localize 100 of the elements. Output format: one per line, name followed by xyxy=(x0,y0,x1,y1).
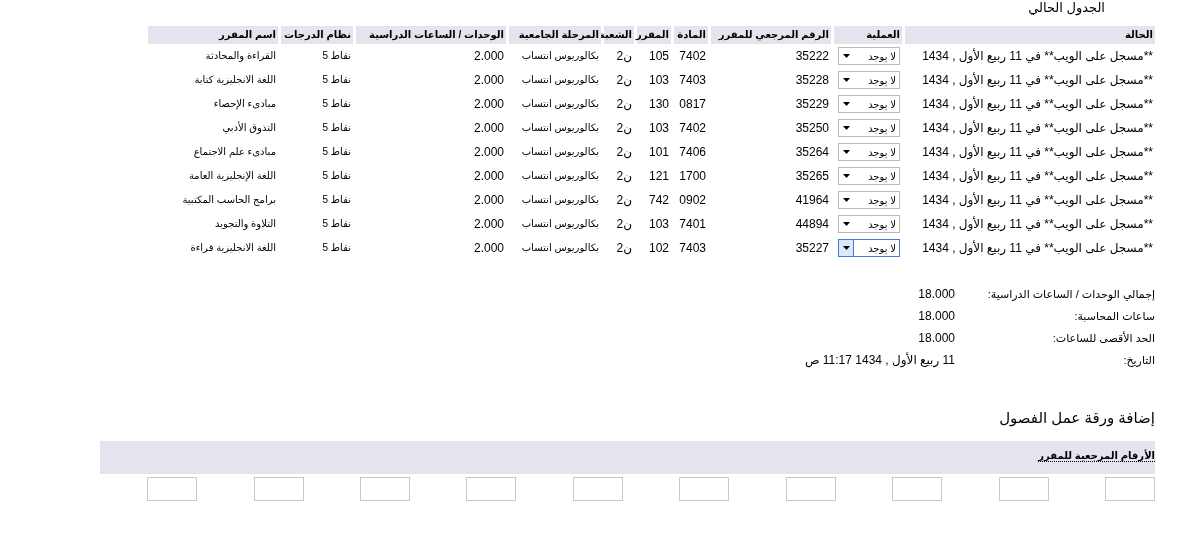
table-cell-text: القراءة والمحادثة xyxy=(205,49,276,64)
table-cell: 0817 xyxy=(679,96,706,112)
status-text: **مسجل على الويب** في 11 ربيع الأول , 1434 xyxy=(922,48,1153,64)
table-cell: 41964 xyxy=(795,192,829,208)
table-cell: ن2 xyxy=(616,144,632,160)
table-cell-text: مبادىء الإحصاء xyxy=(213,97,276,112)
table-cell-text: برامج الحاسب المكتبية xyxy=(182,193,276,208)
table-cell: 103 xyxy=(648,72,669,88)
column-header: المادة xyxy=(674,26,708,44)
action-dropdown[interactable]: لا يوجد xyxy=(838,143,900,161)
table-cell: ن2 xyxy=(616,240,632,256)
action-dropdown[interactable]: لا يوجد xyxy=(838,47,900,65)
summary-value: 18.000 xyxy=(918,308,955,325)
table-cell: 2.000 xyxy=(473,96,504,112)
column-header: الوحدات / الساعات الدراسية xyxy=(356,26,506,44)
caret-icon xyxy=(839,240,854,256)
table-cell: 7403 xyxy=(679,72,706,88)
input-field[interactable] xyxy=(572,477,623,501)
table-cell-text: بكالوريوس انتساب xyxy=(521,73,599,87)
table-cell-text: بكالوريوس انتساب xyxy=(521,97,599,111)
table-cell: 35227 xyxy=(795,240,829,256)
table-cell: 7402 xyxy=(679,120,706,136)
bar-label: الأرقام المرجعية للمقرر xyxy=(1038,450,1155,462)
table-cell: 2.000 xyxy=(473,168,504,184)
input-field[interactable] xyxy=(785,477,836,501)
table-cell-text: نقاط 5 xyxy=(322,49,351,63)
table-cell: 105 xyxy=(648,48,669,64)
table-cell-text: نقاط 5 xyxy=(322,121,351,135)
table-cell-text: نقاط 5 xyxy=(322,145,351,159)
column-header: الرقم المرجعي للمقرر xyxy=(711,26,831,44)
table-cell-text: نقاط 5 xyxy=(322,193,351,207)
table-cell-text: نقاط 5 xyxy=(322,73,351,87)
input-field[interactable] xyxy=(998,477,1049,501)
table-cell: 103 xyxy=(648,120,669,136)
column-header: نظام الدرجات xyxy=(281,26,353,44)
action-dropdown[interactable]: لا يوجد xyxy=(838,215,900,233)
action-dropdown[interactable]: لا يوجد xyxy=(838,119,900,137)
status-text: **مسجل على الويب** في 11 ربيع الأول , 1434 xyxy=(922,96,1153,112)
status-text: **مسجل على الويب** في 11 ربيع الأول , 1434 xyxy=(922,192,1153,208)
table-cell: 7401 xyxy=(679,216,706,232)
table-cell: 2.000 xyxy=(473,144,504,160)
action-dropdown[interactable]: لا يوجد xyxy=(838,167,900,185)
table-cell-text: اللغة الانجليزية قراءة xyxy=(190,241,276,255)
table-cell: 0902 xyxy=(679,192,706,208)
table-cell: 121 xyxy=(648,168,669,184)
table-cell-text: اللغة الانجليزية كتابة xyxy=(194,73,276,87)
table-cell: ن2 xyxy=(616,96,632,112)
column-header: الحالة xyxy=(905,26,1155,44)
table-cell-text: بكالوريوس انتساب xyxy=(521,241,599,255)
action-dropdown[interactable]: لا يوجد xyxy=(838,239,900,257)
table-cell-text: بكالوريوس انتساب xyxy=(521,169,599,183)
table-cell: 7402 xyxy=(679,48,706,64)
summary-value: 11 ربيع الأول , 1434 11:17 ص xyxy=(805,352,955,369)
page-title: الجدول الحالي xyxy=(1028,0,1105,16)
table-cell: 2.000 xyxy=(473,48,504,64)
table-cell: 103 xyxy=(648,216,669,232)
table-cell: 35229 xyxy=(795,96,829,112)
table-cell: 2.000 xyxy=(473,72,504,88)
status-text: **مسجل على الويب** في 11 ربيع الأول , 1434 xyxy=(922,168,1153,184)
input-field[interactable] xyxy=(679,477,730,501)
summary-label: إجمالي الوحدات / الساعات الدراسية: xyxy=(987,287,1155,303)
table-cell: ن2 xyxy=(616,216,632,232)
table-cell-text: اللغة الإنجليزية العامة xyxy=(189,169,276,184)
input-field[interactable] xyxy=(147,477,198,501)
summary-value: 18.000 xyxy=(918,330,955,347)
action-dropdown[interactable]: لا يوجد xyxy=(838,191,900,209)
table-cell-text: بكالوريوس انتساب xyxy=(521,121,599,135)
column-header: العملية xyxy=(834,26,902,44)
table-cell-text: بكالوريوس انتساب xyxy=(521,193,599,207)
action-dropdown[interactable]: لا يوجد xyxy=(838,71,900,89)
input-field[interactable] xyxy=(466,477,517,501)
column-header: اسم المقرر xyxy=(148,26,278,44)
table-cell: 742 xyxy=(648,192,669,208)
column-header: المرحلة الجامعية xyxy=(509,26,601,44)
table-cell-text: بكالوريوس انتساب xyxy=(521,217,599,231)
table-cell-text: نقاط 5 xyxy=(322,97,351,111)
table-cell: ن2 xyxy=(616,48,632,64)
input-field[interactable] xyxy=(253,477,304,501)
status-text: **مسجل على الويب** في 11 ربيع الأول , 1434 xyxy=(922,72,1153,88)
table-cell: 35264 xyxy=(795,144,829,160)
table-cell: 101 xyxy=(648,144,669,160)
table-cell: 35265 xyxy=(795,168,829,184)
table-cell: ن2 xyxy=(616,168,632,184)
input-field[interactable] xyxy=(1105,477,1155,501)
table-cell: 35228 xyxy=(795,72,829,88)
table-cell: 102 xyxy=(648,240,669,256)
status-text: **مسجل على الويب** في 11 ربيع الأول , 1434 xyxy=(922,144,1153,160)
table-cell: 2.000 xyxy=(473,192,504,208)
table-cell: التذوق الأدبي xyxy=(222,120,276,136)
table-cell: 2.000 xyxy=(473,120,504,136)
table-cell: 1700 xyxy=(679,168,706,184)
action-dropdown[interactable]: لا يوجد xyxy=(838,95,900,113)
input-field[interactable] xyxy=(892,477,943,501)
table-cell: 2.000 xyxy=(473,216,504,232)
table-cell-text: بكالوريوس انتساب xyxy=(521,49,599,63)
column-header: المقرر xyxy=(637,26,671,44)
status-text: **مسجل على الويب** في 11 ربيع الأول , 1434 xyxy=(922,240,1153,256)
summary-label: الحد الأقصى للساعات: xyxy=(1052,330,1155,346)
summary-label: ساعات المحاسبة: xyxy=(1074,309,1155,324)
input-field[interactable] xyxy=(359,477,410,501)
